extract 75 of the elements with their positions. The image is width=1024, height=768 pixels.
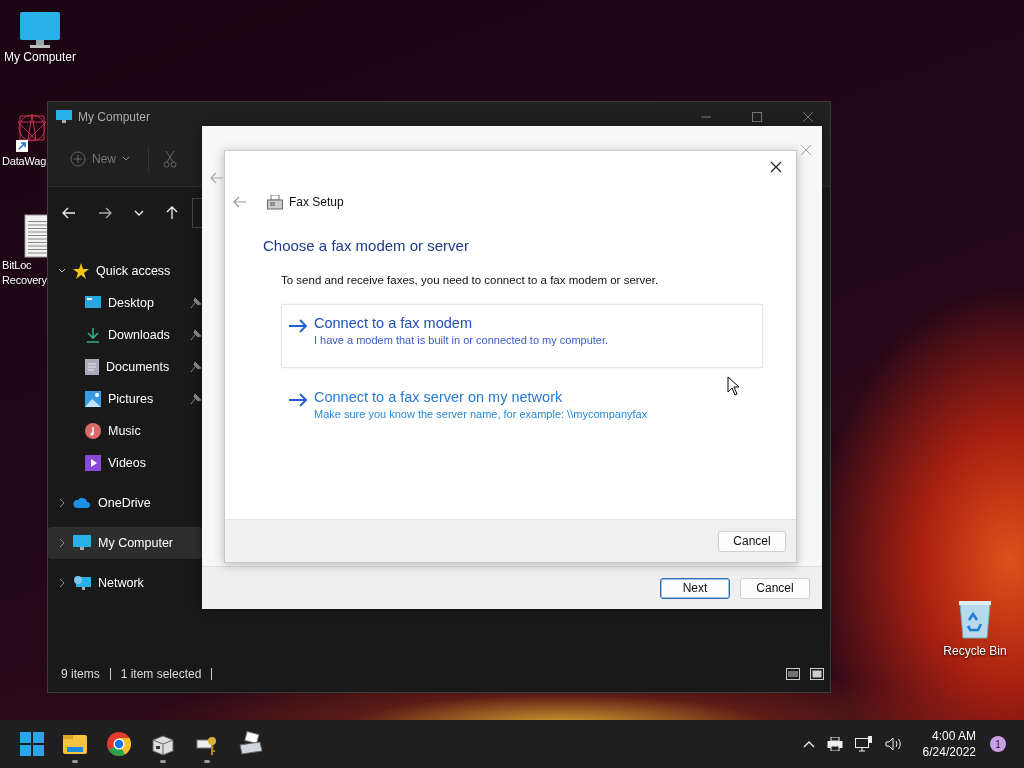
sidebar-item[interactable]: Quick access <box>48 255 203 287</box>
sidebar-item[interactable]: Downloads <box>48 319 203 351</box>
arrow-right-icon <box>288 393 308 407</box>
dialog-title: Fax Setup <box>289 195 344 209</box>
download-icon <box>85 327 101 343</box>
running-indicator <box>204 760 210 763</box>
pin-icon[interactable] <box>191 298 201 308</box>
up-arrow-icon[interactable] <box>166 206 178 220</box>
music-note-icon <box>85 423 101 439</box>
clock[interactable]: 4:00 AM 6/24/2022 <box>922 728 976 760</box>
sidebar-item[interactable]: Desktop <box>48 287 203 319</box>
chevron-up-icon[interactable] <box>802 740 815 748</box>
window-title: My Computer <box>78 110 151 124</box>
forward-arrow-icon[interactable] <box>98 207 112 219</box>
sidebar-item[interactable]: Network <box>48 567 203 599</box>
printer-icon[interactable] <box>826 737 843 751</box>
desktop-icon-label[interactable]: Recovery <box>2 273 47 288</box>
clock-time: 4:00 AM <box>931 728 976 744</box>
sidebar-item[interactable]: Pictures <box>48 383 203 415</box>
monitor-icon <box>56 110 72 124</box>
details-view-icon[interactable] <box>786 668 800 680</box>
chevron-right-icon[interactable] <box>58 498 66 508</box>
monitor-icon <box>73 535 91 551</box>
desktop-icon-label[interactable]: DataWag <box>2 154 47 169</box>
chevron-down-icon <box>122 156 130 162</box>
clock-date: 6/24/2022 <box>922 744 976 760</box>
sidebar-item[interactable]: My Computer <box>48 527 203 559</box>
chevron-right-icon[interactable] <box>58 538 66 548</box>
recycle-bin-icon[interactable] <box>957 598 993 640</box>
arrow-right-icon <box>288 319 308 333</box>
status-text: 1 item selected <box>120 667 202 681</box>
plus-icon <box>70 151 86 167</box>
command-link[interactable]: Connect to a fax modem I have a modem that is built in or connected to my computer. <box>281 304 763 368</box>
next-button[interactable]: Next <box>660 577 730 599</box>
maximize-icon[interactable] <box>751 111 763 123</box>
dialog-heading: Choose a fax modem or server <box>263 237 470 254</box>
image-icon <box>85 391 101 407</box>
chevron-down-icon[interactable] <box>134 210 144 216</box>
running-indicator <box>160 760 166 763</box>
desktop-icon-label[interactable]: My Computer <box>4 50 76 65</box>
command-link[interactable]: Connect to a fax server on my network Make sure you know the server name, for example: \\mycompanyfax <box>281 378 763 442</box>
cancel-button[interactable]: Cancel <box>718 530 786 552</box>
instruction-text: To send and receive faxes, you need to connect to a fax modem or server. <box>281 274 660 286</box>
desktop-icon-label[interactable]: BitLoc <box>2 258 32 273</box>
desktop-folder-icon <box>85 296 101 310</box>
notification-badge[interactable]: 1 <box>990 736 1006 752</box>
network-icon[interactable] <box>854 736 873 752</box>
mouse-cursor-icon <box>727 376 740 396</box>
scissors-icon[interactable] <box>163 150 177 168</box>
pin-icon[interactable] <box>191 394 201 404</box>
running-indicator <box>72 760 78 763</box>
star-icon <box>73 263 89 279</box>
start-icon[interactable] <box>20 732 44 756</box>
desktop-icon-label[interactable]: Recycle Bin <box>943 644 1007 658</box>
fax-machine-icon <box>267 194 283 210</box>
new-button[interactable]: New <box>66 147 134 171</box>
chevron-right-icon[interactable] <box>58 578 66 588</box>
status-text: 9 items <box>61 667 100 681</box>
monitor-icon[interactable] <box>18 10 62 50</box>
close-icon[interactable] <box>770 161 782 173</box>
browser-icon <box>106 731 132 757</box>
sidebar-item[interactable]: Music <box>48 415 203 447</box>
tiles-view-icon[interactable] <box>810 668 824 680</box>
sidebar-item[interactable]: Videos <box>48 447 203 479</box>
cloud-icon <box>73 497 91 509</box>
document-icon <box>85 359 99 375</box>
speaker-icon[interactable] <box>884 737 903 751</box>
pin-icon[interactable] <box>191 330 201 340</box>
sidebar-item[interactable]: OneDrive <box>48 487 203 519</box>
pin-icon[interactable] <box>191 362 201 372</box>
sidebar-item[interactable]: Documents <box>48 351 203 383</box>
video-icon <box>85 455 101 471</box>
network-icon <box>73 575 91 591</box>
cancel-button[interactable]: Cancel <box>740 577 810 599</box>
fax-machine-icon <box>238 731 264 757</box>
